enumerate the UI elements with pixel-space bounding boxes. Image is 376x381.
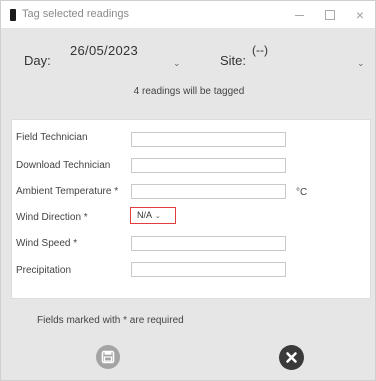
chevron-down-icon[interactable]: ⌄ xyxy=(173,58,181,69)
tag-readings-window: Tag selected readings × Day: 26/05/2023 … xyxy=(0,0,376,381)
save-icon xyxy=(101,350,115,364)
window-close-button[interactable]: × xyxy=(345,3,375,27)
wind-direction-value: N/A xyxy=(137,210,153,220)
maximize-button[interactable] xyxy=(315,3,345,27)
day-label: Day: xyxy=(24,53,51,68)
ambient-temperature-input[interactable] xyxy=(131,184,286,199)
close-icon xyxy=(286,352,297,363)
site-select[interactable]: (--) xyxy=(252,43,268,57)
temperature-unit: °C xyxy=(296,187,308,198)
download-technician-label: Download Technician xyxy=(16,160,111,171)
field-technician-label: Field Technician xyxy=(16,132,88,143)
download-technician-input[interactable] xyxy=(131,158,286,173)
wind-direction-select[interactable]: N/A ⌄ xyxy=(130,207,176,224)
save-button[interactable] xyxy=(96,345,120,369)
ambient-temperature-label: Ambient Temperature * xyxy=(16,186,119,197)
window-title: Tag selected readings xyxy=(22,8,130,20)
site-label: Site: xyxy=(220,53,247,68)
day-date-picker[interactable]: 26/05/2023 xyxy=(70,43,138,58)
close-icon: × xyxy=(355,7,365,23)
wind-direction-label: Wind Direction * xyxy=(16,212,88,223)
cancel-button[interactable] xyxy=(279,345,304,370)
field-technician-input[interactable] xyxy=(131,132,286,147)
maximize-icon xyxy=(325,10,335,20)
wind-speed-input[interactable] xyxy=(131,236,286,251)
precipitation-input[interactable] xyxy=(131,262,286,277)
readings-count-note: 4 readings will be tagged xyxy=(133,86,245,97)
chevron-down-icon: ⌄ xyxy=(155,213,161,220)
required-fields-note: Fields marked with * are required xyxy=(37,315,184,326)
title-bar: Tag selected readings × xyxy=(1,1,375,29)
app-icon xyxy=(10,9,16,21)
wind-speed-label: Wind Speed * xyxy=(16,238,78,249)
chevron-down-icon[interactable]: ⌄ xyxy=(357,58,365,69)
precipitation-label: Precipitation xyxy=(16,265,72,276)
minimize-button[interactable] xyxy=(285,3,315,27)
minimize-icon xyxy=(295,15,304,16)
